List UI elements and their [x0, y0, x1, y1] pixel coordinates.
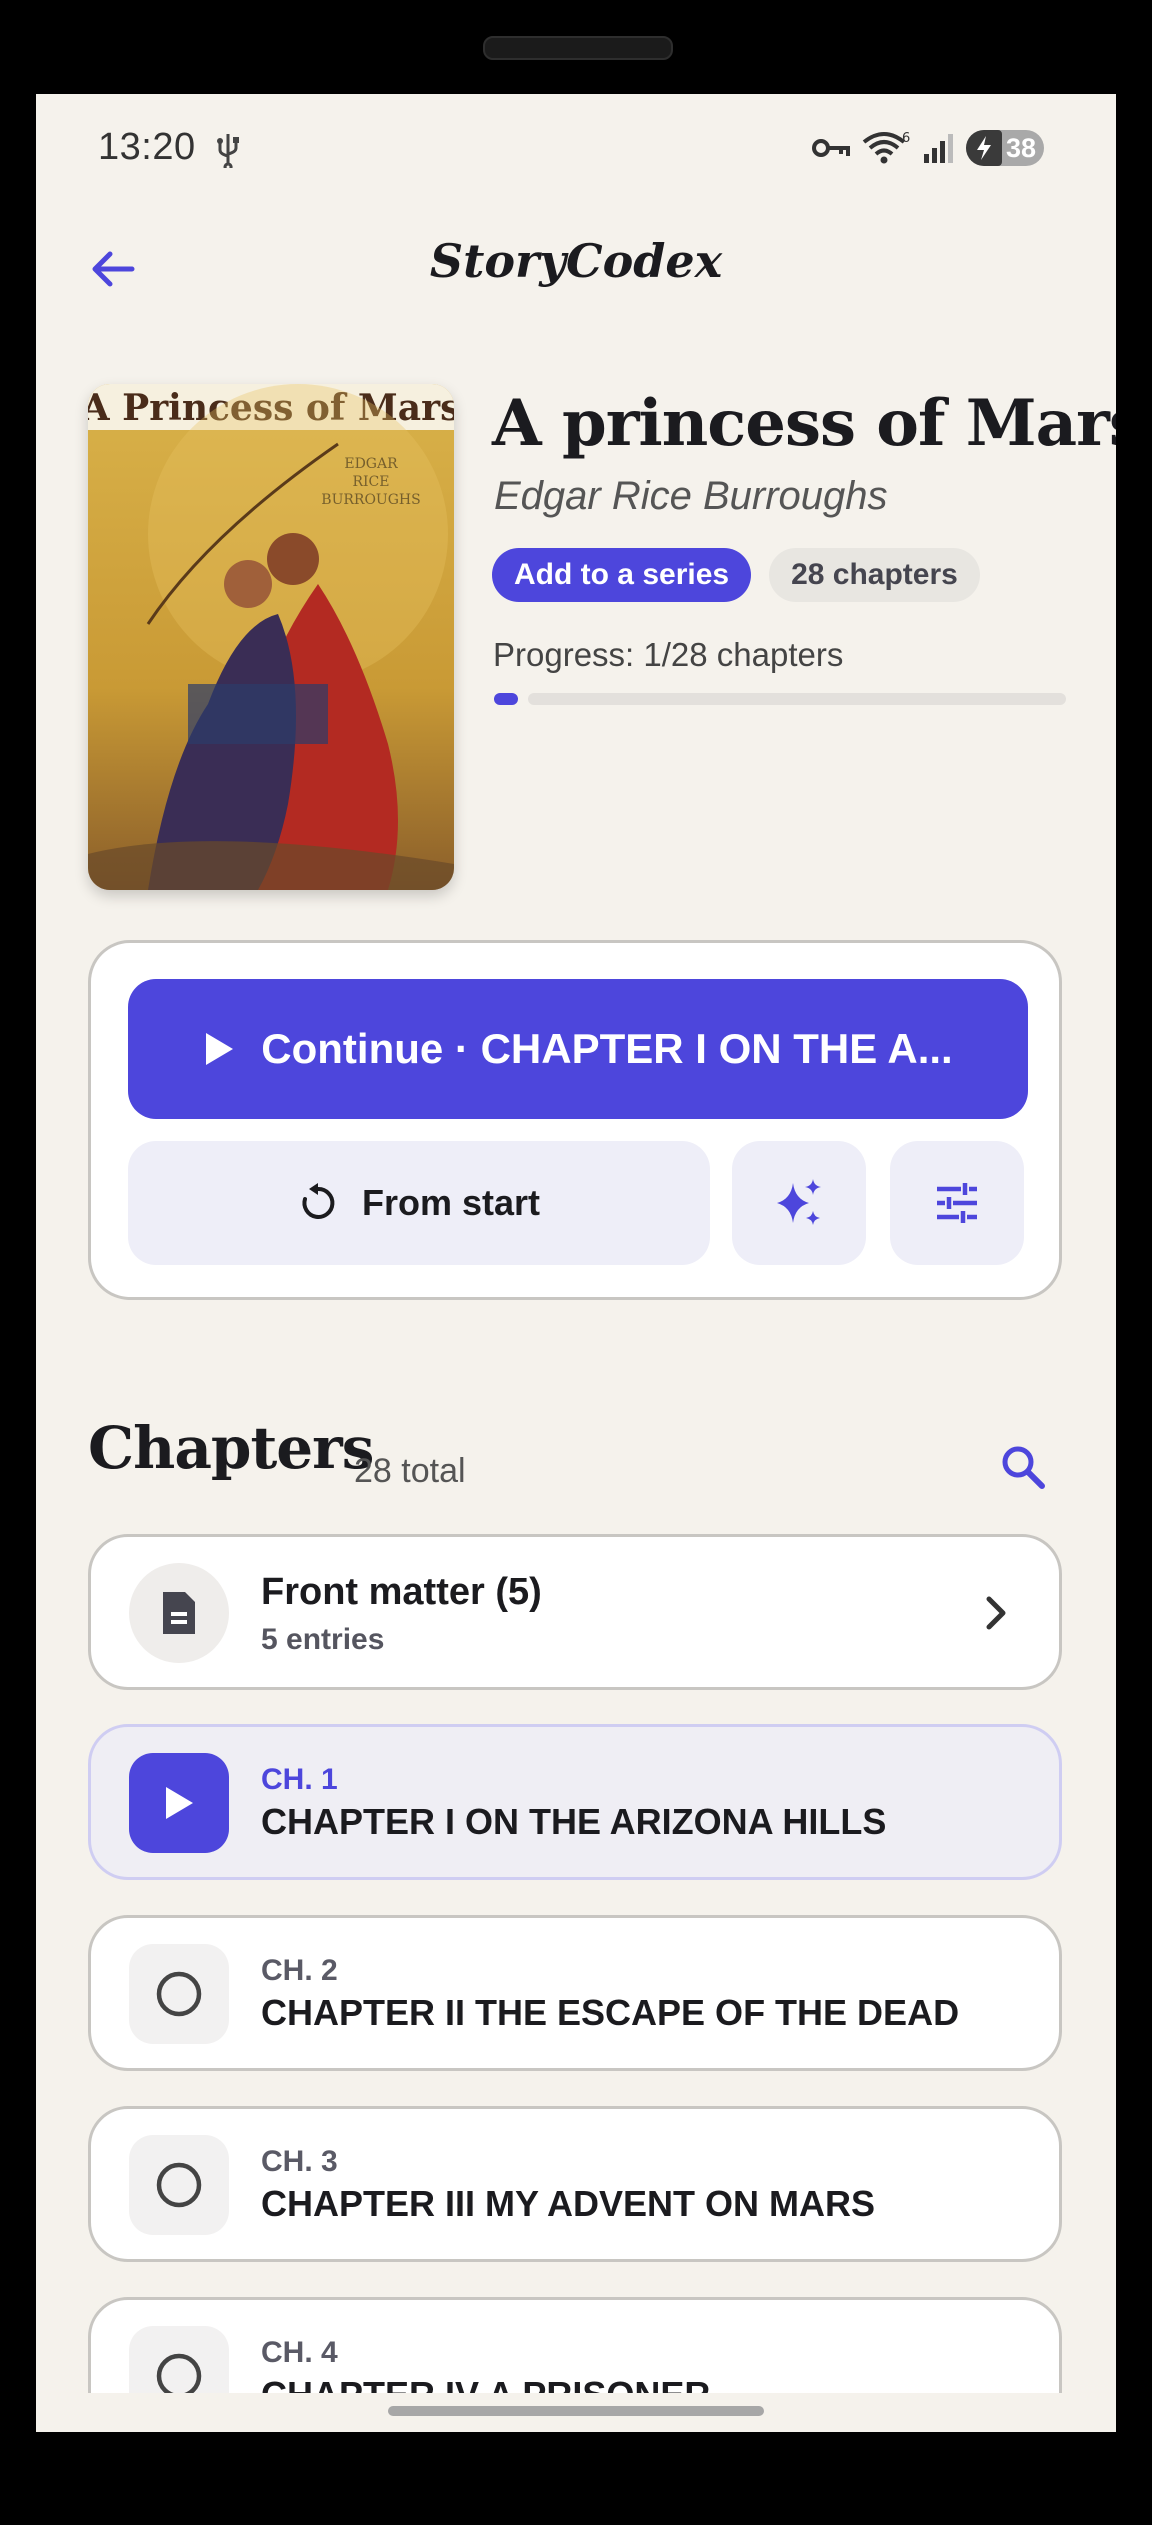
book-chips: Add to a series 28 chapters	[492, 548, 980, 602]
chapter-count-chip: 28 chapters	[769, 548, 980, 602]
front-matter-title: Front matter (5)	[261, 1571, 542, 1613]
chapter-1-play-badge	[129, 1753, 229, 1853]
status-icons: 6 38	[812, 130, 1044, 166]
chapter-3-status-badge	[129, 2135, 229, 2235]
book-cover-image: A Princess of Mars EDGAR RICE BURROUGHS	[88, 384, 454, 890]
front-matter-row[interactable]: Front matter (5) 5 entries	[88, 1534, 1062, 1690]
battery-indicator: 38	[966, 130, 1044, 166]
continue-label: Continue · CHAPTER I ON THE A...	[261, 1025, 953, 1072]
search-icon[interactable]	[996, 1440, 1052, 1496]
from-start-label: From start	[361, 1182, 541, 1223]
continue-button[interactable]: Continue · CHAPTER I ON THE A...	[128, 979, 1028, 1119]
chapter-number: CH. 2	[261, 1954, 338, 1987]
chapter-row-4[interactable]: CH. 4 CHAPTER IV A PRISONER	[88, 2297, 1062, 2393]
earpiece-speaker	[483, 36, 673, 60]
charging-bolt-icon	[966, 130, 1002, 166]
unread-circle-icon	[156, 1971, 202, 2017]
front-matter-subtitle: 5 entries	[261, 1623, 385, 1656]
chevron-right-icon	[986, 1596, 1006, 1630]
screen: 13:20 6 38 StoryCodex A Princess of Mars…	[36, 94, 1116, 2432]
device-frame: 13:20 6 38 StoryCodex A Princess of Mars…	[0, 0, 1152, 2525]
document-icon	[163, 1592, 195, 1634]
unread-circle-icon	[156, 2162, 202, 2208]
progress-fill	[494, 693, 518, 705]
settings-tune-button[interactable]	[890, 1141, 1024, 1265]
chapter-number: CH. 1	[261, 1763, 338, 1796]
chapter-2-status-badge	[129, 1944, 229, 2044]
chapter-title: CHAPTER II THE ESCAPE OF THE DEAD	[261, 1992, 960, 2033]
chapters-count: 28 total	[354, 1452, 466, 1490]
signal-icon	[924, 134, 953, 163]
chapter-row-2[interactable]: CH. 2 CHAPTER II THE ESCAPE OF THE DEAD	[88, 1915, 1062, 2071]
front-matter-icon-container	[129, 1563, 229, 1663]
wifi-badge: 6	[902, 131, 910, 146]
restart-icon	[302, 1183, 335, 1219]
progress-label: Progress: 1/28 chapters	[493, 636, 844, 673]
gesture-navigation-bar[interactable]	[388, 2406, 764, 2416]
status-bar: 13:20 6 38	[36, 94, 1116, 214]
usb-icon	[217, 134, 239, 168]
ai-sparkle-button[interactable]	[732, 1141, 866, 1265]
wifi-icon: 6	[862, 131, 910, 164]
status-time: 13:20	[98, 126, 196, 168]
battery-level: 38	[1005, 132, 1036, 163]
play-icon	[166, 1787, 193, 1819]
progress-remaining	[528, 693, 1066, 705]
chapter-number: CH. 3	[261, 2145, 338, 2178]
chapter-title: CHAPTER III MY ADVENT ON MARS	[261, 2183, 876, 2224]
unread-circle-icon	[156, 2353, 202, 2393]
list-clip: CH. 4 CHAPTER IV A PRISONER	[36, 2297, 1116, 2393]
chapter-title: CHAPTER IV A PRISONER	[261, 2374, 710, 2393]
chapter-4-status-badge	[129, 2326, 229, 2393]
chapters-heading: Chapters	[88, 1414, 374, 1482]
vpn-key-icon	[812, 139, 850, 157]
tune-icon	[937, 1183, 977, 1223]
book-author: Edgar Rice Burroughs	[494, 474, 888, 518]
book-title: A princess of Mars	[492, 386, 1116, 461]
chapter-title: CHAPTER I ON THE ARIZONA HILLS	[261, 1801, 887, 1842]
play-icon	[206, 1033, 234, 1065]
reading-actions-card: Continue · CHAPTER I ON THE A... From st…	[88, 940, 1062, 1300]
progress-bar	[494, 693, 1066, 705]
from-start-button[interactable]: From start	[128, 1141, 710, 1265]
chapter-row-3[interactable]: CH. 3 CHAPTER III MY ADVENT ON MARS	[88, 2106, 1062, 2262]
chapter-row-1[interactable]: CH. 1 CHAPTER I ON THE ARIZONA HILLS	[88, 1724, 1062, 1880]
chapter-number: CH. 4	[261, 2336, 338, 2369]
app-title: StoryCodex	[429, 234, 723, 288]
sparkle-icon	[777, 1179, 821, 1225]
add-to-series-chip[interactable]: Add to a series	[492, 548, 752, 602]
